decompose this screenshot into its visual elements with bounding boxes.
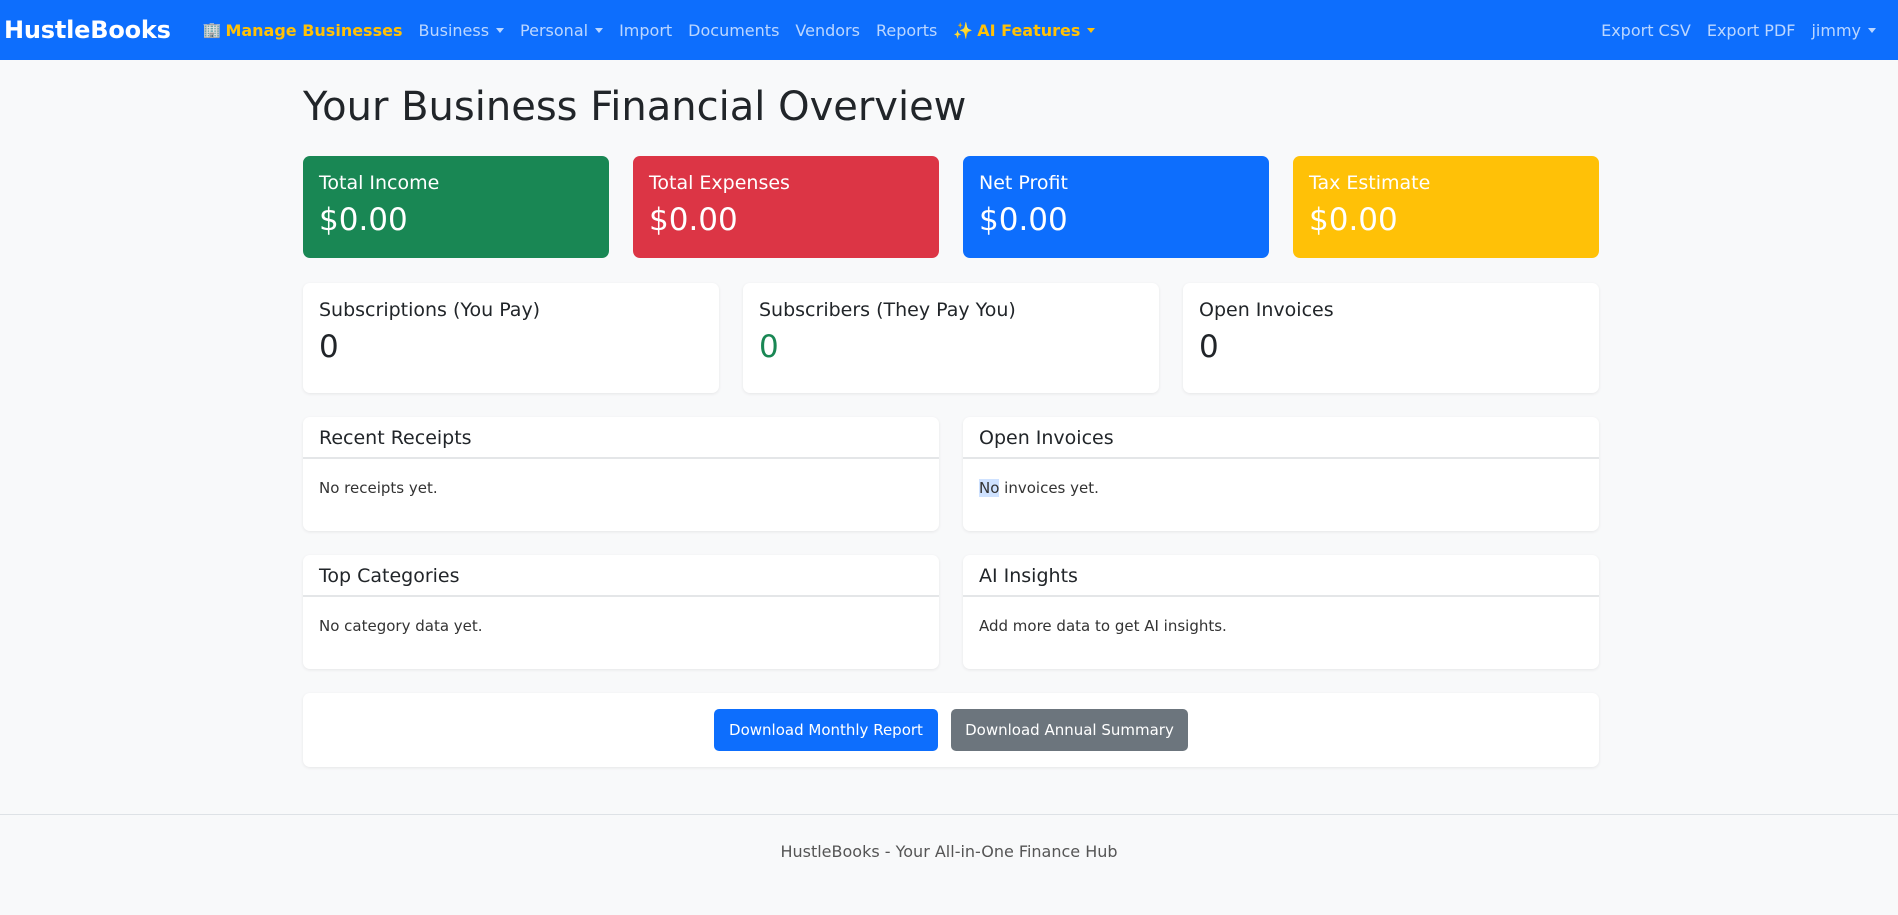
chevron-down-icon [595, 27, 604, 33]
sparkles-icon: ✨ [953, 20, 974, 40]
panel-title: AI Insights [963, 555, 1599, 597]
nav-documents[interactable]: Documents [680, 21, 787, 40]
count-value: 0 [1199, 329, 1219, 365]
stat-label: Net Profit [979, 172, 1068, 194]
count-card-subscribers: Subscribers (They Pay You) 0 [743, 283, 1159, 393]
navbar: HustleBooks 🏢 Manage Businesses Business… [0, 0, 1898, 60]
nav-reports[interactable]: Reports [868, 21, 945, 40]
nav-user-label: jimmy [1811, 20, 1861, 40]
nav-import[interactable]: Import [611, 21, 680, 40]
count-label: Subscriptions (You Pay) [319, 299, 541, 321]
panel-body: No receipts yet. [319, 479, 438, 497]
nav-export-pdf[interactable]: Export PDF [1699, 21, 1804, 40]
nav-personal-dropdown[interactable]: Personal [512, 21, 611, 40]
nav-left: 🏢 Manage Businesses Business Personal Im… [195, 21, 1104, 40]
stat-card-tax-estimate: Tax Estimate $0.00 [1293, 156, 1599, 258]
count-card-open-invoices: Open Invoices 0 [1183, 283, 1599, 393]
chevron-down-icon [1087, 27, 1096, 33]
stat-label: Total Income [319, 172, 440, 194]
count-value: 0 [319, 329, 339, 365]
stat-value: $0.00 [979, 202, 1068, 238]
footer-text: HustleBooks - Your All-in-One Finance Hu… [780, 842, 1118, 861]
count-value: 0 [759, 329, 779, 365]
stat-label: Total Expenses [649, 172, 790, 194]
panel-title: Open Invoices [963, 417, 1599, 459]
download-annual-summary-button[interactable]: Download Annual Summary [951, 709, 1188, 751]
stat-label: Tax Estimate [1309, 172, 1431, 194]
panel-ai-insights: AI Insights Add more data to get AI insi… [963, 555, 1599, 669]
nav-ai-features-dropdown[interactable]: ✨ AI Features [945, 21, 1103, 40]
panel-body: No invoices yet. [963, 459, 1599, 517]
download-actions: Download Monthly Report Download Annual … [303, 693, 1599, 767]
selected-text: No [979, 479, 1000, 497]
panel-top-categories: Top Categories No category data yet. [303, 555, 939, 669]
footer: HustleBooks - Your All-in-One Finance Hu… [0, 814, 1898, 915]
page-title: Your Business Financial Overview [303, 84, 967, 130]
panel-body: No category data yet. [319, 617, 483, 635]
nav-ai-features-label: AI Features [977, 20, 1081, 40]
panel-recent-receipts: Recent Receipts No receipts yet. [303, 417, 939, 531]
panel-title: Recent Receipts [303, 417, 939, 459]
brand-logo[interactable]: HustleBooks [4, 16, 171, 44]
stat-value: $0.00 [649, 202, 738, 238]
stat-cards: Total Income $0.00 Total Expenses $0.00 … [303, 156, 1599, 258]
nav-business-dropdown[interactable]: Business [410, 21, 512, 40]
stat-card-total-expenses: Total Expenses $0.00 [633, 156, 939, 258]
panel-body: Add more data to get AI insights. [979, 617, 1227, 635]
chevron-down-icon [496, 27, 505, 33]
nav-export-csv[interactable]: Export CSV [1593, 21, 1699, 40]
stat-card-total-income: Total Income $0.00 [303, 156, 609, 258]
stat-value: $0.00 [319, 202, 408, 238]
count-label: Subscribers (They Pay You) [759, 299, 1016, 321]
nav-vendors[interactable]: Vendors [787, 21, 868, 40]
nav-manage-businesses[interactable]: 🏢 Manage Businesses [195, 21, 411, 40]
nav-business-label: Business [418, 20, 490, 40]
nav-user-dropdown[interactable]: jimmy [1803, 21, 1884, 40]
count-label: Open Invoices [1199, 299, 1334, 321]
download-monthly-report-button[interactable]: Download Monthly Report [714, 709, 938, 751]
panel-open-invoices: Open Invoices No invoices yet. [963, 417, 1599, 531]
stat-card-net-profit: Net Profit $0.00 [963, 156, 1269, 258]
nav-manage-businesses-label: Manage Businesses [225, 20, 403, 40]
count-cards: Subscriptions (You Pay) 0 Subscribers (T… [303, 283, 1599, 393]
chevron-down-icon [1868, 27, 1876, 33]
stat-value: $0.00 [1309, 202, 1398, 238]
building-icon: 🏢 [202, 21, 222, 39]
nav-personal-label: Personal [520, 20, 589, 40]
count-card-subscriptions: Subscriptions (You Pay) 0 [303, 283, 719, 393]
panel-body-text: invoices yet. [999, 479, 1099, 497]
panel-title: Top Categories [303, 555, 939, 597]
nav-right: Export CSV Export PDF jimmy [1593, 21, 1884, 40]
